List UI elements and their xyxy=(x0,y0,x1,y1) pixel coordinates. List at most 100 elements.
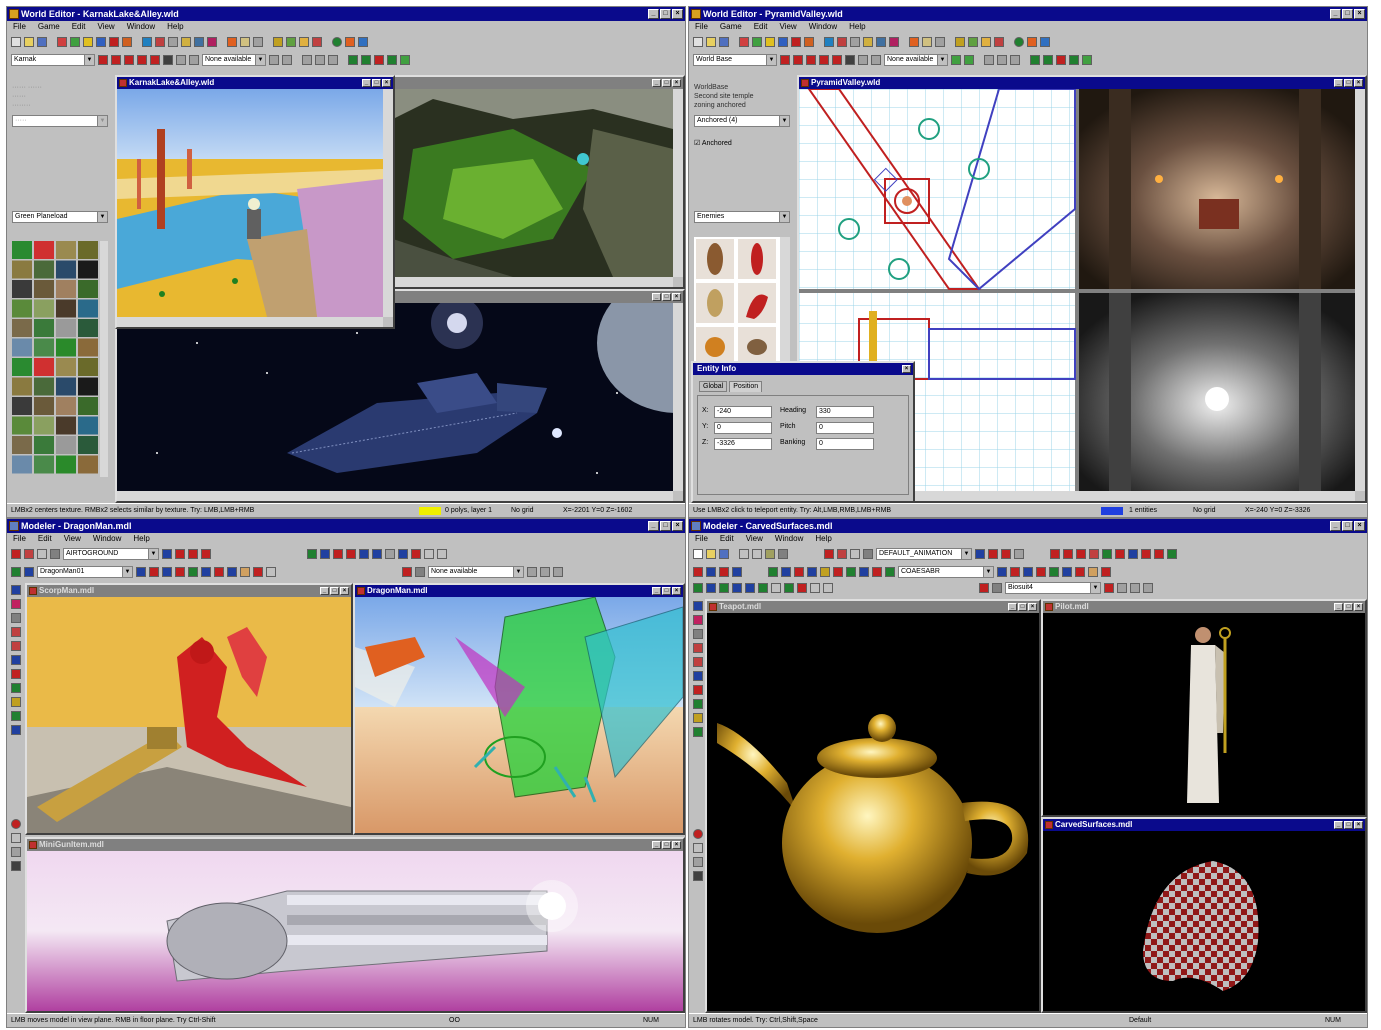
texture-swatch[interactable] xyxy=(34,397,54,415)
maximize-button[interactable]: □ xyxy=(662,293,671,301)
texture-swatch[interactable] xyxy=(78,416,98,435)
tool-icon[interactable] xyxy=(968,37,978,47)
tool-icon[interactable] xyxy=(11,697,21,707)
tool-icon[interactable] xyxy=(1023,567,1033,577)
tool-icon[interactable] xyxy=(162,549,172,559)
globe-icon[interactable] xyxy=(332,37,342,47)
tool-icon[interactable] xyxy=(1075,567,1085,577)
tool-icon[interactable] xyxy=(527,567,537,577)
tool-icon[interactable] xyxy=(752,549,762,559)
close-button[interactable]: × xyxy=(1354,821,1363,829)
open-icon[interactable] xyxy=(706,37,716,47)
tool-icon[interactable] xyxy=(240,567,250,577)
menu-game[interactable]: Game xyxy=(720,21,742,33)
tool-icon[interactable] xyxy=(411,549,421,559)
close-button[interactable]: × xyxy=(672,587,681,595)
tool-icon[interactable] xyxy=(553,567,563,577)
tool-icon[interactable] xyxy=(871,55,881,65)
menu-help[interactable]: Help xyxy=(815,533,831,545)
tool-icon[interactable] xyxy=(240,37,250,47)
tool-icon[interactable] xyxy=(732,583,742,593)
tool-icon[interactable] xyxy=(98,55,108,65)
maximize-button[interactable]: □ xyxy=(1018,603,1027,611)
tool-icon[interactable] xyxy=(1056,55,1066,65)
tool-icon[interactable] xyxy=(253,37,263,47)
tool-icon[interactable] xyxy=(964,55,974,65)
tool-icon[interactable] xyxy=(819,55,829,65)
tool-icon[interactable] xyxy=(424,549,434,559)
animation-combo[interactable]: DEFAULT_ANIMATION ▼ xyxy=(876,548,972,560)
tool-icon[interactable] xyxy=(778,37,788,47)
menu-help[interactable]: Help xyxy=(849,21,865,33)
texture-swatch[interactable] xyxy=(12,397,32,415)
tool-icon[interactable] xyxy=(693,871,703,881)
tool-icon[interactable] xyxy=(214,567,224,577)
tool-icon[interactable] xyxy=(359,549,369,559)
tool-icon[interactable] xyxy=(1043,55,1053,65)
tool-icon[interactable] xyxy=(136,567,146,577)
texture-swatch[interactable] xyxy=(34,280,54,298)
tool-icon[interactable] xyxy=(11,711,21,721)
tool-icon[interactable] xyxy=(387,55,397,65)
tool-icon[interactable] xyxy=(1141,549,1151,559)
tool-icon[interactable] xyxy=(793,55,803,65)
texture-swatch[interactable] xyxy=(12,299,32,318)
tool-icon[interactable] xyxy=(1104,583,1114,593)
tool-icon[interactable] xyxy=(188,567,198,577)
tool-icon[interactable] xyxy=(150,55,160,65)
tool-icon[interactable] xyxy=(784,583,794,593)
tool-icon[interactable] xyxy=(850,37,860,47)
child-title-bar[interactable]: KarnakLake&Alley.wld _ □ × xyxy=(117,77,393,89)
tool-icon[interactable] xyxy=(437,549,447,559)
tool-icon[interactable] xyxy=(149,567,159,577)
minimize-button[interactable]: _ xyxy=(1330,9,1341,19)
tool-icon[interactable] xyxy=(181,37,191,47)
texture-swatch[interactable] xyxy=(78,358,98,376)
texture-swatch[interactable] xyxy=(56,338,76,357)
tool-icon[interactable] xyxy=(781,567,791,577)
maximize-button[interactable]: □ xyxy=(372,79,381,87)
texture-swatch[interactable] xyxy=(78,436,98,454)
child-title-bar[interactable]: Pilot.mdl _ □ × xyxy=(1043,601,1365,613)
texture-swatch[interactable] xyxy=(56,299,76,318)
texture-swatch[interactable] xyxy=(56,319,76,337)
viewport-3d[interactable] xyxy=(117,89,383,317)
texture-swatch[interactable] xyxy=(12,260,32,279)
tool-icon[interactable] xyxy=(693,657,703,667)
tool-icon[interactable] xyxy=(189,55,199,65)
tool-icon[interactable] xyxy=(374,55,384,65)
tool-icon[interactable] xyxy=(142,37,152,47)
vertical-scrollbar[interactable] xyxy=(1355,89,1365,491)
tool-icon[interactable] xyxy=(266,567,276,577)
close-button[interactable]: × xyxy=(340,587,349,595)
tool-icon[interactable] xyxy=(320,549,330,559)
texture-swatch[interactable] xyxy=(12,358,32,376)
tool-icon[interactable] xyxy=(1154,549,1164,559)
tool-icon[interactable] xyxy=(11,641,21,651)
minimize-button[interactable]: _ xyxy=(652,293,661,301)
minimize-button[interactable]: _ xyxy=(1334,79,1343,87)
maximize-button[interactable]: □ xyxy=(660,9,671,19)
minimize-button[interactable]: _ xyxy=(362,79,371,87)
menu-edit[interactable]: Edit xyxy=(38,533,52,545)
tool-icon[interactable] xyxy=(833,567,843,577)
close-button[interactable]: × xyxy=(672,841,681,849)
child-title-bar[interactable]: MiniGunItem.mdl _ □ × xyxy=(27,839,683,851)
texture-swatch[interactable] xyxy=(78,260,98,279)
texture-swatch[interactable] xyxy=(56,280,76,298)
tool-icon[interactable] xyxy=(885,567,895,577)
tool-icon[interactable] xyxy=(820,567,830,577)
viewport-3d[interactable] xyxy=(707,613,1039,1011)
tool-icon[interactable] xyxy=(11,833,21,843)
texture-swatch[interactable] xyxy=(56,377,76,396)
tab-global[interactable]: Global xyxy=(699,381,728,392)
tool-icon[interactable] xyxy=(385,549,395,559)
layer-combo[interactable]: None available ▼ xyxy=(884,54,948,66)
tool-icon[interactable] xyxy=(981,37,991,47)
tool-icon[interactable] xyxy=(1063,549,1073,559)
texture-swatch[interactable] xyxy=(34,377,54,396)
maximize-button[interactable]: □ xyxy=(662,841,671,849)
banking-field[interactable]: 0 xyxy=(816,438,874,450)
tool-icon[interactable] xyxy=(1049,567,1059,577)
tool-icon[interactable] xyxy=(163,55,173,65)
